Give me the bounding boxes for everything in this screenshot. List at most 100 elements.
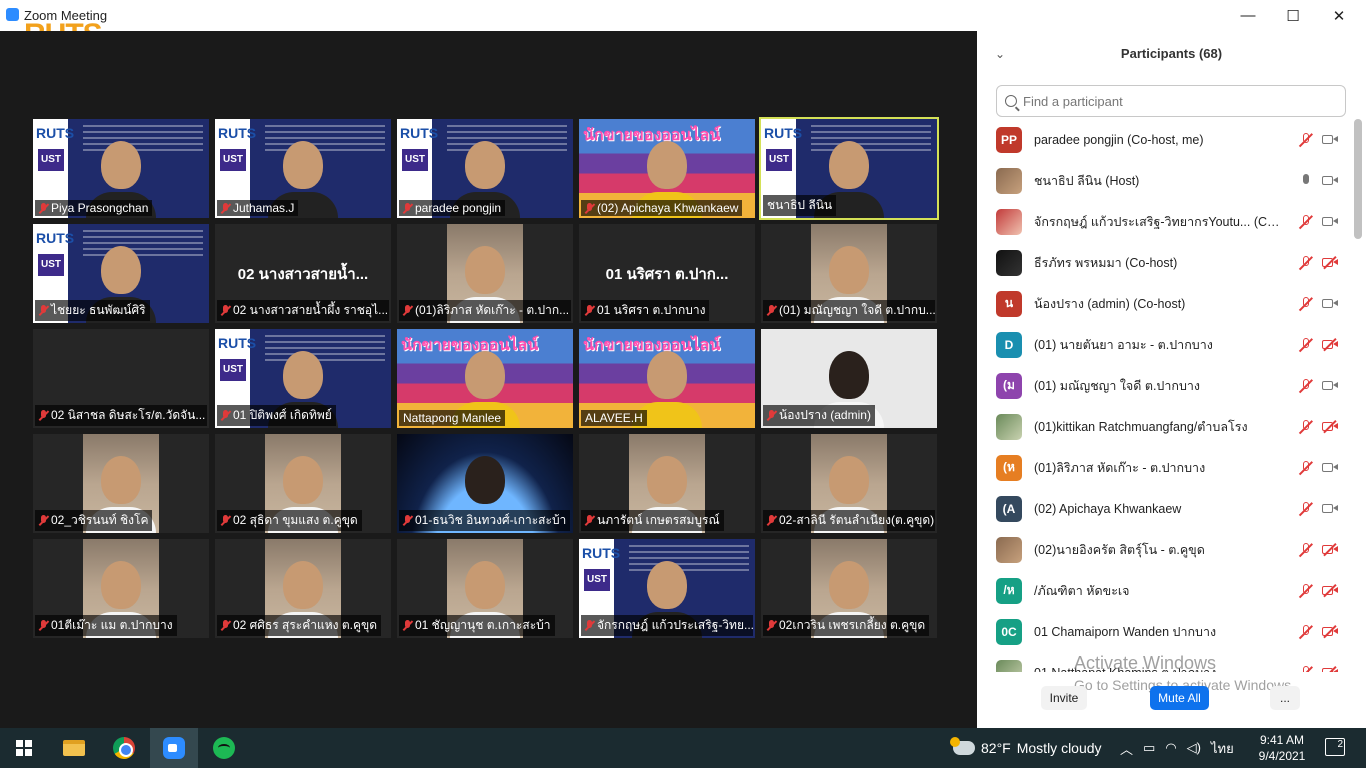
invite-button[interactable]: Invite: [1041, 686, 1087, 710]
mute-all-button[interactable]: Mute All: [1150, 686, 1209, 710]
camera-off-icon[interactable]: [1322, 421, 1338, 432]
minimize-button[interactable]: —: [1225, 0, 1271, 31]
maximize-button[interactable]: ☐: [1270, 0, 1316, 31]
participant-row[interactable]: /ห/ภัณฑิตา หัดขะเจ: [977, 570, 1352, 611]
tile-name-label: 02 สุธิดา ขุมแสง ต.คูขุด: [217, 510, 362, 531]
video-tile[interactable]: นักขายของออนไลน์ ALAVEE.H: [579, 329, 755, 428]
video-tile[interactable]: นภารัตน์ เกษตรสมบูรณ์: [579, 434, 755, 533]
tile-name-label: 01 ชัญญานุช ต.เกาะสะบ้า: [399, 615, 555, 636]
video-tile[interactable]: 02 ศศิธร สุระคำแหง ต.คูขุด: [215, 539, 391, 638]
participant-row[interactable]: น น้องปราง (admin) (Co-host): [977, 283, 1352, 324]
volume-icon[interactable]: ◁): [1187, 740, 1201, 756]
tile-name-label: 02เกวริน เพชรเกลี้ยง ต.คูขุด: [763, 615, 930, 636]
participant-search[interactable]: [996, 85, 1346, 117]
video-tile[interactable]: นักขายของออนไลน์ (02) Apichaya Khwankaew: [579, 119, 755, 218]
battery-icon[interactable]: ▭: [1143, 740, 1155, 756]
language-indicator[interactable]: ไทย: [1211, 738, 1234, 759]
video-tile[interactable]: RUTS UST Juthamas.J: [215, 119, 391, 218]
video-tile[interactable]: (01) มณัญชญา ใจดี ต.ปากบ...: [761, 224, 937, 323]
participant-scrollbar[interactable]: [1354, 119, 1362, 239]
notification-icon[interactable]: 2: [1325, 738, 1345, 756]
mic-muted-icon[interactable]: [1299, 625, 1313, 639]
video-tile[interactable]: 01-ธนวิช อินทวงศ์-เกาะสะบ้า: [397, 434, 573, 533]
mic-muted-icon[interactable]: [1299, 584, 1313, 598]
mic-muted-icon[interactable]: [1299, 379, 1313, 393]
camera-off-icon[interactable]: [1322, 585, 1338, 596]
participant-row[interactable]: (ห (01)ลิริภาส หัดเก๊าะ - ต.ปากบาง: [977, 447, 1352, 488]
participant-row[interactable]: (01)kittikan Ratchmuangfang/ตำบลโรง: [977, 406, 1352, 447]
video-tile[interactable]: 01 นริศรา ต.ปาก... 01 นริศรา ต.ปากบาง: [579, 224, 755, 323]
video-tile[interactable]: 02_วชิรนนท์ ชิงโค: [33, 434, 209, 533]
video-tile[interactable]: 02-สาลินี รัตนลำเนียง(ต.คูขุด): [761, 434, 937, 533]
camera-icon[interactable]: [1322, 503, 1338, 514]
taskbar-chrome[interactable]: [100, 728, 148, 768]
video-tile[interactable]: RUTS UST 01 ปิติพงศ์ เกิดทิพย์: [215, 329, 391, 428]
video-tile[interactable]: 02 สุธิดา ขุมแสง ต.คูขุด: [215, 434, 391, 533]
wifi-icon[interactable]: ◠: [1165, 740, 1176, 756]
tile-name-label: Juthamas.J: [217, 200, 299, 216]
mic-icon[interactable]: [1299, 174, 1313, 188]
weather-widget[interactable]: 82°F Mostly cloudy: [950, 728, 1102, 768]
video-tile[interactable]: RUTS UST จักรกฤษฎ์ แก้วประเสริฐ-วิทย...: [579, 539, 755, 638]
video-tile[interactable]: 02เกวริน เพชรเกลี้ยง ต.คูขุด: [761, 539, 937, 638]
participant-name: (02) Apichaya Khwankaew: [1034, 501, 1182, 516]
taskbar-zoom[interactable]: [150, 728, 198, 768]
camera-icon[interactable]: [1322, 462, 1338, 473]
mic-muted-icon[interactable]: [1299, 297, 1313, 311]
start-button[interactable]: [0, 728, 48, 768]
participant-row[interactable]: (ม (01) มณัญชญา ใจดี ต.ปากบาง: [977, 365, 1352, 406]
participant-row[interactable]: จักรกฤษฎ์ แก้วประเสริฐ-วิทยากรYoutu... (…: [977, 201, 1352, 242]
participant-row[interactable]: ชนาธิป ลีนิน (Host): [977, 160, 1352, 201]
video-tile[interactable]: นักขายของออนไลน์ Nattapong Manlee: [397, 329, 573, 428]
video-tile[interactable]: RUTS UST paradee pongjin: [397, 119, 573, 218]
video-tile[interactable]: 01 ชัญญานุช ต.เกาะสะบ้า: [397, 539, 573, 638]
camera-icon[interactable]: [1322, 175, 1338, 186]
mic-muted-icon[interactable]: [1299, 502, 1313, 516]
camera-off-icon[interactable]: [1322, 544, 1338, 555]
video-tile[interactable]: RUTS UST Piya Prasongchan: [33, 119, 209, 218]
search-input[interactable]: [1023, 93, 1323, 109]
mic-muted-icon[interactable]: [1299, 666, 1313, 672]
camera-icon[interactable]: [1322, 298, 1338, 309]
camera-off-icon[interactable]: [1322, 626, 1338, 637]
participant-row[interactable]: 0C 01 Chamaiporn Wanden ปากบาง: [977, 611, 1352, 652]
ust-logo: UST: [402, 149, 428, 171]
participant-row[interactable]: D (01) นายตันยา อามะ - ต.ปากบาง: [977, 324, 1352, 365]
participant-name: 02 ศศิธร สุระคำแหง ต.คูขุด: [233, 618, 377, 632]
mic-muted-icon: [221, 202, 230, 214]
mic-muted-icon[interactable]: [1299, 461, 1313, 475]
participant-row[interactable]: (A (02) Apichaya Khwankaew: [977, 488, 1352, 529]
mic-muted-icon[interactable]: [1299, 543, 1313, 557]
more-button[interactable]: ...: [1270, 686, 1300, 710]
mic-muted-icon[interactable]: [1299, 215, 1313, 229]
mic-muted-icon[interactable]: [1299, 420, 1313, 434]
taskbar-file-explorer[interactable]: [50, 728, 98, 768]
participant-face: [829, 351, 869, 399]
mic-muted-icon[interactable]: [1299, 256, 1313, 270]
mic-muted-icon[interactable]: [1299, 338, 1313, 352]
video-tile[interactable]: 02 นิสาชล ดิษสะโร/ต.วัดจัน...: [33, 329, 209, 428]
chevron-up-icon[interactable]: ︿: [1120, 739, 1133, 758]
video-tile[interactable]: 01ตีเม๊าะ แม ต.ปากบาง: [33, 539, 209, 638]
video-tile[interactable]: น้องปราง (admin): [761, 329, 937, 428]
tile-name-label: paradee pongjin: [399, 200, 506, 216]
participant-face: [829, 246, 869, 294]
participant-row[interactable]: PP paradee pongjin (Co-host, me): [977, 119, 1352, 160]
participant-list[interactable]: PP paradee pongjin (Co-host, me) ชนาธิป ลี…: [977, 119, 1352, 672]
camera-icon[interactable]: [1322, 380, 1338, 391]
clock[interactable]: 9:41 AM 9/4/2021: [1252, 732, 1312, 764]
camera-off-icon[interactable]: [1322, 667, 1338, 672]
mic-muted-icon[interactable]: [1299, 133, 1313, 147]
camera-icon[interactable]: [1322, 216, 1338, 227]
participant-row[interactable]: ธีรภัทร พรหมมา (Co-host): [977, 242, 1352, 283]
camera-off-icon[interactable]: [1322, 257, 1338, 268]
close-button[interactable]: ✕: [1316, 0, 1362, 31]
video-tile[interactable]: (01)ลิริภาส หัดเก๊าะ - ต.ปาก...: [397, 224, 573, 323]
camera-off-icon[interactable]: [1322, 339, 1338, 350]
taskbar-spotify[interactable]: [200, 728, 248, 768]
camera-icon[interactable]: [1322, 134, 1338, 145]
video-tile[interactable]: RUTS UST ไชยยะ ธนพัฒน์ศิริ: [33, 224, 209, 323]
video-tile[interactable]: RUTS UST ชนาธิป ลีนิน: [759, 117, 939, 220]
participant-row[interactable]: (02)นายอิงครัต สิตรุ์โน - ต.คูขุด: [977, 529, 1352, 570]
video-tile[interactable]: 02 นางสาวสายน้ำ... 02 นางสาวสายน้ำผึ้ง รา…: [215, 224, 391, 323]
